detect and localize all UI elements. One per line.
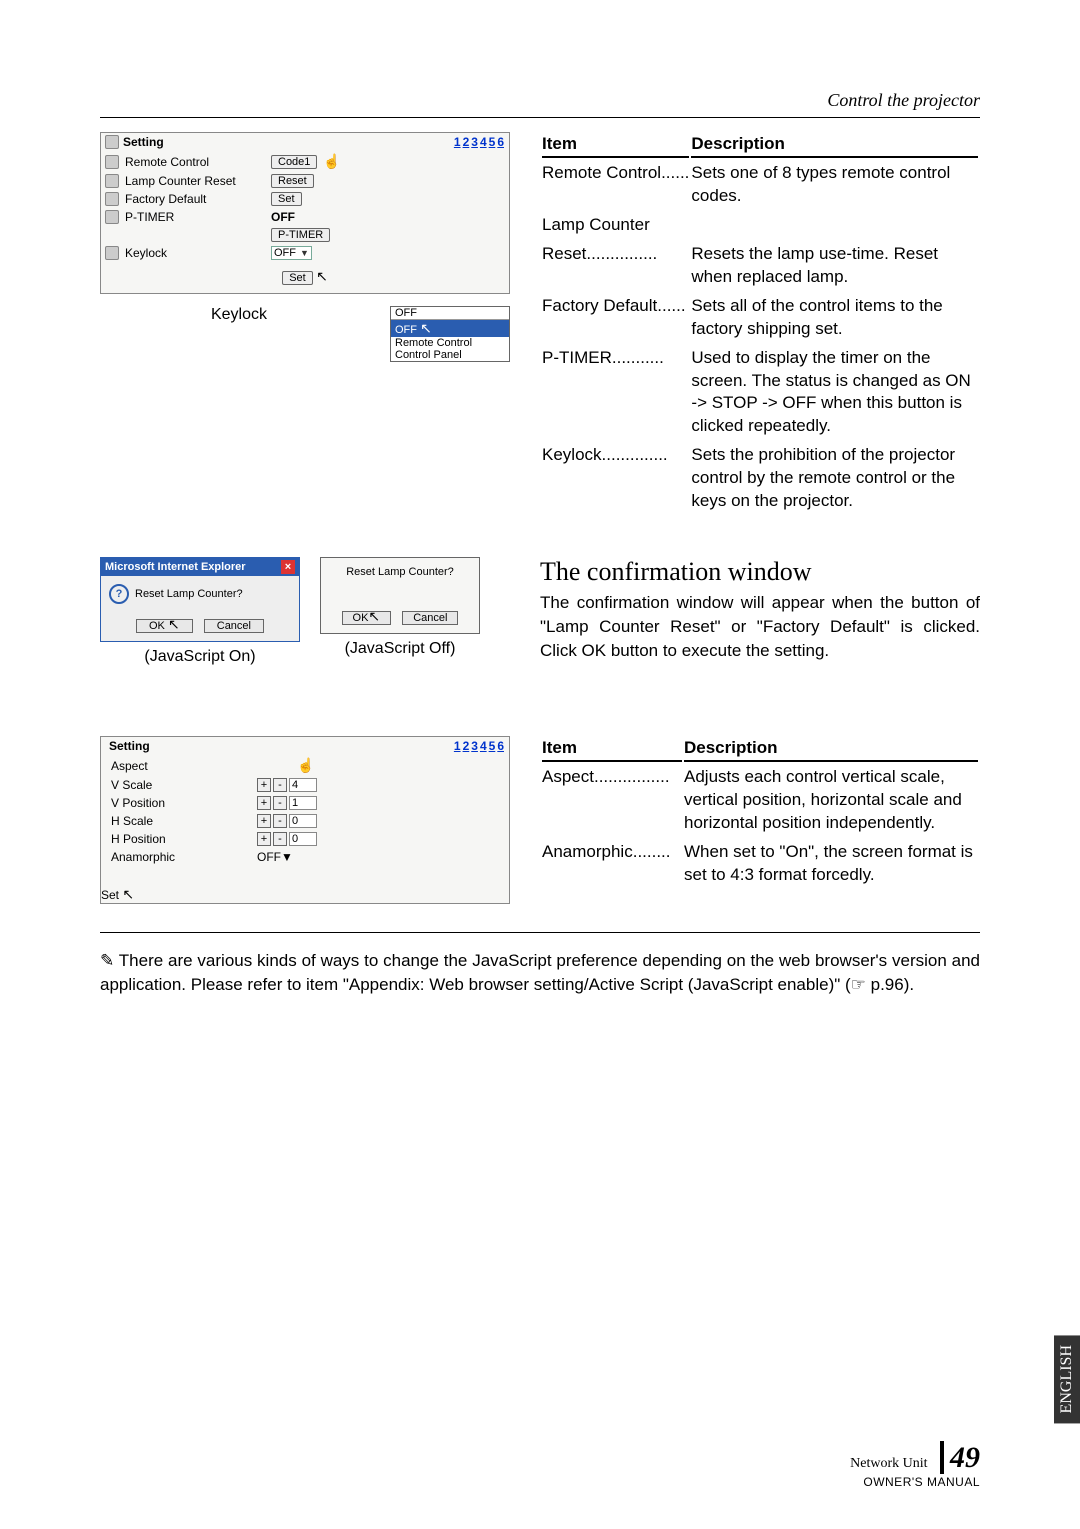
- chevron-down-icon: ▼: [281, 850, 293, 864]
- ok-button[interactable]: OK↖: [342, 611, 392, 625]
- cursor-arrow-icon: ↖: [122, 886, 134, 903]
- settings-description-table-2: Item Description Aspect................A…: [540, 736, 980, 891]
- cursor-arrow-icon: ↖: [420, 320, 432, 337]
- dialog-message: Reset Lamp Counter?: [329, 566, 471, 578]
- minus-button[interactable]: -: [273, 832, 287, 846]
- lamp-counter-reset-label: Lamp Counter Reset: [125, 174, 265, 188]
- plus-button[interactable]: +: [257, 814, 271, 828]
- dialog-title: Microsoft Internet Explorer: [105, 561, 246, 573]
- anamorphic-select[interactable]: OFF▼: [257, 850, 293, 864]
- remote-control-label: Remote Control: [125, 155, 265, 169]
- divider: [100, 932, 980, 933]
- confirm-dialog-nojs: Reset Lamp Counter? OK↖ Cancel: [320, 557, 480, 634]
- caption-js-off: (JavaScript Off): [345, 640, 456, 658]
- hscale-input[interactable]: [289, 814, 317, 828]
- page-links[interactable]: 123456: [453, 135, 505, 149]
- cursor-hand-icon: ☝: [297, 757, 314, 774]
- cursor-arrow-icon: ↖: [368, 608, 380, 625]
- table-head-desc: Description: [684, 738, 978, 762]
- keylock-option-off[interactable]: OFF ↖: [391, 320, 509, 337]
- plus-button[interactable]: +: [257, 832, 271, 846]
- factory-icon: [105, 192, 119, 206]
- keylock-select[interactable]: OFF▼: [271, 246, 312, 260]
- cursor-hand-icon: ☝: [323, 153, 340, 170]
- remote-icon: [105, 155, 119, 169]
- minus-button[interactable]: -: [273, 814, 287, 828]
- vposition-label: V Position: [111, 796, 251, 810]
- settings-screenshot-1: Setting 123456 Remote Control Code1 ☝ La…: [100, 132, 510, 294]
- confirm-dialog-js: Microsoft Internet Explorer × ? Reset Lam…: [100, 557, 300, 642]
- table-row: Aspect................Adjusts each contr…: [542, 764, 978, 837]
- table-row: Remote Control......Sets one of 8 types …: [542, 160, 978, 210]
- page-section-header: Control the projector: [100, 90, 980, 111]
- panel-title: Setting: [123, 135, 164, 149]
- set-button[interactable]: Set: [101, 888, 119, 902]
- keylock-option-selected[interactable]: OFF: [391, 307, 509, 320]
- keylock-sub-label: Keylock: [211, 306, 267, 324]
- table-head-item: Item: [542, 738, 682, 762]
- table-row: P-TIMER...........Used to display the ti…: [542, 345, 978, 441]
- remote-control-code-button[interactable]: Code1: [271, 155, 317, 169]
- hposition-label: H Position: [111, 832, 251, 846]
- table-head-desc: Description: [691, 134, 978, 158]
- ptimer-label: P-TIMER: [125, 210, 265, 224]
- settings-description-table-1: Item Description Remote Control......Set…: [540, 132, 980, 517]
- panel-title: Setting: [109, 739, 150, 753]
- question-icon: ?: [109, 584, 129, 604]
- vscale-label: V Scale: [111, 778, 251, 792]
- ok-button[interactable]: OK ↖: [136, 619, 193, 633]
- cancel-button[interactable]: Cancel: [402, 611, 458, 625]
- table-row: Factory Default......Sets all of the con…: [542, 293, 978, 343]
- anamorphic-label: Anamorphic: [111, 850, 251, 864]
- set-button[interactable]: Set: [282, 271, 313, 285]
- settings-screenshot-2: Setting 123456 Aspect☝ V Scale +- V Posi…: [100, 736, 510, 904]
- factory-default-label: Factory Default: [125, 192, 265, 206]
- vscale-input[interactable]: [289, 778, 317, 792]
- pencil-icon: ✎: [100, 949, 114, 973]
- divider: [100, 117, 980, 118]
- table-row: Keylock..............Sets the prohibitio…: [542, 442, 978, 515]
- hscale-label: H Scale: [111, 814, 251, 828]
- keylock-option-panel[interactable]: Control Panel: [391, 349, 509, 361]
- dialog-message: Reset Lamp Counter?: [135, 588, 243, 600]
- gear-icon: [105, 135, 119, 149]
- footnote: ✎ There are various kinds of ways to cha…: [100, 949, 980, 997]
- page-footer: Network Unit 49 OWNER'S MANUAL: [850, 1441, 980, 1489]
- lamp-icon: [105, 174, 119, 188]
- minus-button[interactable]: -: [273, 796, 287, 810]
- plus-button[interactable]: +: [257, 796, 271, 810]
- confirmation-window-body: The confirmation window will appear when…: [540, 591, 980, 662]
- factory-set-button[interactable]: Set: [271, 192, 302, 206]
- vposition-input[interactable]: [289, 796, 317, 810]
- close-icon[interactable]: ×: [281, 560, 295, 574]
- plus-button[interactable]: +: [257, 778, 271, 792]
- timer-icon: [105, 210, 119, 224]
- ptimer-status: OFF: [271, 210, 295, 224]
- keylock-dropdown-open[interactable]: OFF OFF ↖ Remote Control Control Panel: [390, 306, 510, 362]
- language-tab: ENGLISH: [1054, 1335, 1080, 1423]
- hposition-input[interactable]: [289, 832, 317, 846]
- confirmation-window-title: The confirmation window: [540, 557, 980, 587]
- caption-js-on: (JavaScript On): [144, 648, 255, 666]
- table-head-item: Item: [542, 134, 689, 158]
- chevron-down-icon: ▼: [300, 248, 309, 258]
- cancel-button[interactable]: Cancel: [204, 619, 264, 633]
- minus-button[interactable]: -: [273, 778, 287, 792]
- cursor-arrow-icon: ↖: [168, 616, 180, 633]
- page-links[interactable]: 123456: [453, 739, 505, 753]
- keylock-option-remote[interactable]: Remote Control: [391, 337, 509, 349]
- keylock-icon: [105, 246, 119, 260]
- ptimer-button[interactable]: P-TIMER: [271, 228, 330, 242]
- table-row: Reset...............Resets the lamp use-…: [542, 241, 978, 291]
- lamp-reset-button[interactable]: Reset: [271, 174, 314, 188]
- keylock-label: Keylock: [125, 246, 265, 260]
- table-row: Anamorphic........When set to "On", the …: [542, 839, 978, 889]
- table-row: Lamp Counter: [542, 212, 978, 239]
- cursor-arrow-icon: ↖: [316, 268, 328, 285]
- aspect-label: Aspect: [111, 759, 251, 773]
